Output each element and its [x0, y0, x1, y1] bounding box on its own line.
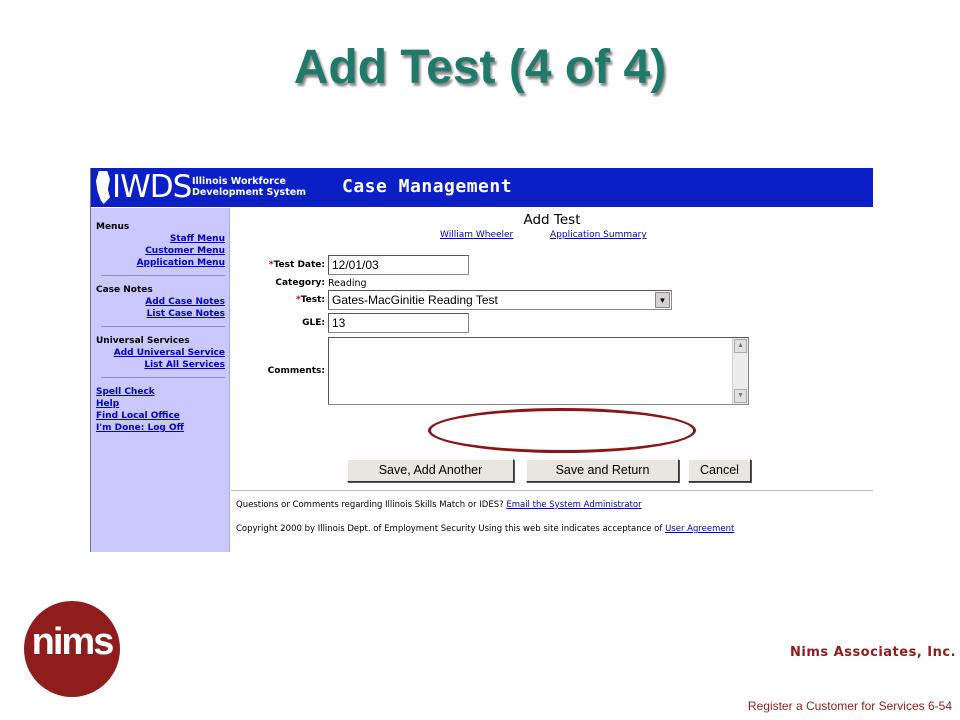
copyright-text: Copyright 2000 by Illinois Dept. of Empl… — [236, 524, 663, 534]
agency-line-1: Illinois Workforce — [192, 176, 286, 187]
browser-screenshot: IWDS Illinois Workforce Development Syst… — [90, 168, 873, 552]
form-title: Add Test — [523, 212, 581, 228]
company-name: Nims Associates, Inc. — [790, 645, 957, 660]
test-label: *Test: — [296, 295, 325, 305]
contact-question: Questions or Comments regarding Illinois… — [236, 500, 504, 510]
sidebar-section-menus: Menus — [96, 222, 130, 232]
sidebar: Menus Staff Menu Customer Menu Applicati… — [91, 208, 230, 552]
slide-footer: Register a Customer for Services 6-54 — [747, 699, 952, 713]
user-agreement-link[interactable]: User Agreement — [665, 524, 734, 534]
comments-scrollbar[interactable]: ▲ ▼ — [732, 338, 748, 404]
contact-line: Questions or Comments regarding Illinois… — [236, 500, 642, 510]
test-select-value: Gates-MacGinitie Reading Test — [332, 293, 498, 307]
sidebar-item-application-menu[interactable]: Application Menu — [137, 258, 225, 268]
sidebar-divider — [101, 326, 225, 327]
nims-logo-text: nims — [31, 621, 115, 663]
application-summary-link[interactable]: Application Summary — [550, 230, 647, 240]
category-value: Reading — [328, 278, 367, 289]
category-label: Category: — [275, 278, 325, 288]
comments-label: Comments: — [267, 366, 325, 376]
sidebar-section-case-notes: Case Notes — [96, 285, 153, 295]
sidebar-item-find-local-office[interactable]: Find Local Office — [96, 411, 180, 421]
agency-name: Illinois Workforce Development System — [192, 176, 306, 198]
sidebar-item-list-all-services[interactable]: List All Services — [144, 360, 225, 370]
test-date-label: *Test Date: — [269, 260, 325, 270]
banner-title: Case Management — [342, 176, 513, 197]
test-date-field[interactable]: 12/01/03 — [328, 255, 469, 275]
save-add-another-button[interactable]: Save, Add Another — [347, 459, 514, 482]
sidebar-item-list-case-notes[interactable]: List Case Notes — [147, 309, 225, 319]
copyright-line: Copyright 2000 by Illinois Dept. of Empl… — [236, 524, 734, 534]
customer-name-link[interactable]: William Wheeler — [440, 230, 513, 240]
test-date-label-text: Test Date: — [273, 260, 325, 270]
test-label-text: Test: — [300, 295, 325, 305]
save-and-return-button[interactable]: Save and Return — [526, 459, 679, 482]
comments-textarea[interactable]: ▲ ▼ — [328, 337, 749, 405]
sidebar-item-staff-menu[interactable]: Staff Menu — [170, 234, 225, 244]
agency-line-2: Development System — [192, 187, 307, 198]
sidebar-item-log-off[interactable]: I'm Done: Log Off — [96, 423, 184, 433]
sidebar-item-help[interactable]: Help — [96, 399, 119, 409]
scroll-up-icon[interactable]: ▲ — [734, 339, 747, 353]
app-banner: IWDS Illinois Workforce Development Syst… — [91, 168, 873, 207]
sidebar-item-add-universal-service[interactable]: Add Universal Service — [114, 348, 225, 358]
gle-field[interactable]: 13 — [328, 313, 469, 333]
scroll-down-icon[interactable]: ▼ — [734, 389, 747, 403]
test-select[interactable]: Gates-MacGinitie Reading Test ▼ — [328, 290, 672, 310]
email-admin-link[interactable]: Email the System Administrator — [506, 500, 641, 510]
slide-title: Add Test (4 of 4) — [293, 41, 667, 94]
main-content: Add Test William Wheeler Application Sum… — [231, 208, 873, 552]
illinois-state-icon — [96, 171, 110, 204]
gle-label: GLE: — [302, 318, 325, 328]
cancel-button[interactable]: Cancel — [688, 459, 751, 482]
sidebar-divider — [101, 377, 225, 378]
sidebar-item-customer-menu[interactable]: Customer Menu — [145, 246, 225, 256]
chevron-down-icon[interactable]: ▼ — [655, 292, 670, 308]
highlight-ring — [428, 408, 696, 453]
sidebar-item-spell-check[interactable]: Spell Check — [96, 387, 155, 397]
sidebar-divider — [101, 275, 225, 276]
nims-logo: nims — [24, 601, 120, 697]
sidebar-section-universal-services: Universal Services — [96, 336, 190, 346]
iwds-logo: IWDS — [112, 169, 192, 205]
divider — [231, 490, 873, 491]
sidebar-item-add-case-notes[interactable]: Add Case Notes — [145, 297, 225, 307]
